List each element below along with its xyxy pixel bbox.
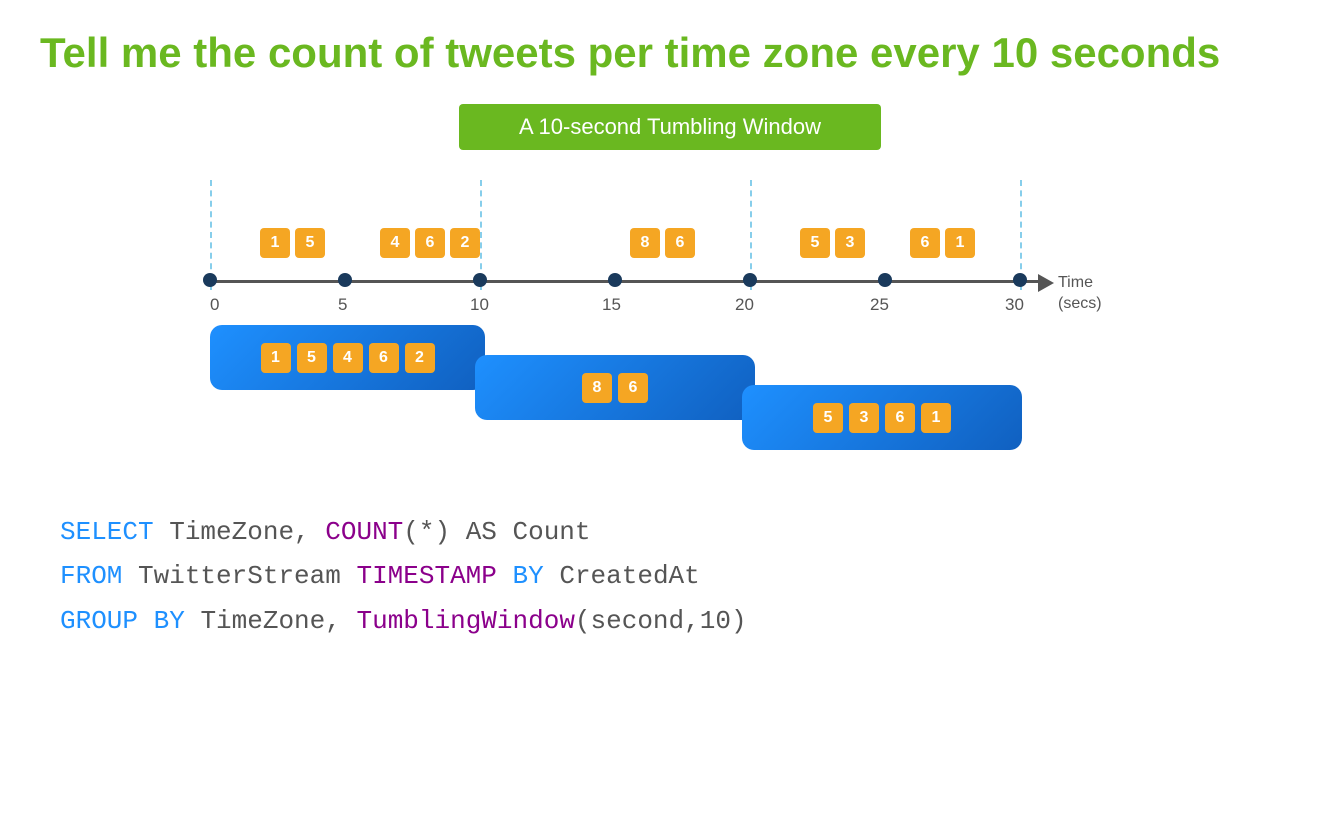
dot-30 bbox=[1013, 273, 1027, 287]
badge-5b: 1 bbox=[945, 228, 975, 258]
kw-select: SELECT bbox=[60, 517, 154, 547]
window-label: A 10-second Tumbling Window bbox=[459, 104, 881, 150]
wb1-badge2: 5 bbox=[297, 343, 327, 373]
badge-1a: 1 bbox=[260, 228, 290, 258]
sql-l3-text1: TimeZone, bbox=[185, 606, 357, 636]
time-label-30: 30 bbox=[1005, 295, 1024, 315]
sql-l2-text2: CreatedAt bbox=[544, 561, 700, 591]
wb2-badge1: 8 bbox=[582, 373, 612, 403]
window-box-1: 1 5 4 6 2 bbox=[210, 325, 485, 390]
time-label-25: 25 bbox=[870, 295, 889, 315]
window-label-container: A 10-second Tumbling Window bbox=[40, 104, 1300, 150]
page-wrapper: Tell me the count of tweets per time zon… bbox=[0, 0, 1340, 828]
sql-l1-text1: TimeZone, bbox=[154, 517, 326, 547]
sql-l3-text2: (second,10) bbox=[575, 606, 747, 636]
time-label-15: 15 bbox=[602, 295, 621, 315]
dot-25 bbox=[878, 273, 892, 287]
badge-3a: 8 bbox=[630, 228, 660, 258]
dot-0 bbox=[203, 273, 217, 287]
kw-tumbling: TumblingWindow bbox=[356, 606, 574, 636]
badge-4b: 3 bbox=[835, 228, 865, 258]
page-title: Tell me the count of tweets per time zon… bbox=[40, 30, 1300, 76]
kw-by: BY bbox=[513, 561, 544, 591]
wb3-badge1: 5 bbox=[813, 403, 843, 433]
wb3-badge4: 1 bbox=[921, 403, 951, 433]
kw-count: COUNT bbox=[325, 517, 403, 547]
timeline-arrow bbox=[1038, 274, 1054, 292]
badge-1b: 5 bbox=[295, 228, 325, 258]
timeline-diagram: 1 5 4 6 2 8 6 5 3 6 1 bbox=[180, 180, 1160, 490]
badges-group-3: 8 6 bbox=[630, 228, 695, 258]
sql-l1-text2: (*) AS Count bbox=[403, 517, 590, 547]
kw-timestamp: TIMESTAMP bbox=[356, 561, 496, 591]
badge-2b: 6 bbox=[415, 228, 445, 258]
dot-15 bbox=[608, 273, 622, 287]
sql-line-1: SELECT TimeZone, COUNT(*) AS Count bbox=[60, 510, 1300, 554]
badge-4a: 5 bbox=[800, 228, 830, 258]
kw-by2: BY bbox=[154, 606, 185, 636]
window-box-2: 8 6 bbox=[475, 355, 755, 420]
badges-group-4: 5 3 bbox=[800, 228, 865, 258]
badges-group-5: 6 1 bbox=[910, 228, 975, 258]
kw-group: GROUP bbox=[60, 606, 138, 636]
dot-10 bbox=[473, 273, 487, 287]
time-label-5: 5 bbox=[338, 295, 347, 315]
badge-2a: 4 bbox=[380, 228, 410, 258]
badge-5a: 6 bbox=[910, 228, 940, 258]
time-label-20: 20 bbox=[735, 295, 754, 315]
window-box-3: 5 3 6 1 bbox=[742, 385, 1022, 450]
badges-group-1: 1 5 bbox=[260, 228, 325, 258]
dot-20 bbox=[743, 273, 757, 287]
time-label-0: 0 bbox=[210, 295, 219, 315]
wb1-badge4: 6 bbox=[369, 343, 399, 373]
sql-line-2: FROM TwitterStream TIMESTAMP BY CreatedA… bbox=[60, 554, 1300, 598]
badge-2c: 2 bbox=[450, 228, 480, 258]
wb1-badge1: 1 bbox=[261, 343, 291, 373]
sql-l2-sp bbox=[497, 561, 513, 591]
dot-5 bbox=[338, 273, 352, 287]
timeline-line bbox=[210, 280, 1040, 283]
sql-l3-sp bbox=[138, 606, 154, 636]
wb1-badge5: 2 bbox=[405, 343, 435, 373]
sql-l2-text1: TwitterStream bbox=[122, 561, 356, 591]
time-label-10: 10 bbox=[470, 295, 489, 315]
kw-from: FROM bbox=[60, 561, 122, 591]
sql-section: SELECT TimeZone, COUNT(*) AS Count FROM … bbox=[40, 510, 1300, 643]
sql-line-3: GROUP BY TimeZone, TumblingWindow(second… bbox=[60, 599, 1300, 643]
wb3-badge3: 6 bbox=[885, 403, 915, 433]
wb1-badge3: 4 bbox=[333, 343, 363, 373]
wb3-badge2: 3 bbox=[849, 403, 879, 433]
badges-group-2: 4 6 2 bbox=[380, 228, 480, 258]
wb2-badge2: 6 bbox=[618, 373, 648, 403]
badge-3b: 6 bbox=[665, 228, 695, 258]
time-axis-label: Time(secs) bbox=[1058, 273, 1102, 315]
